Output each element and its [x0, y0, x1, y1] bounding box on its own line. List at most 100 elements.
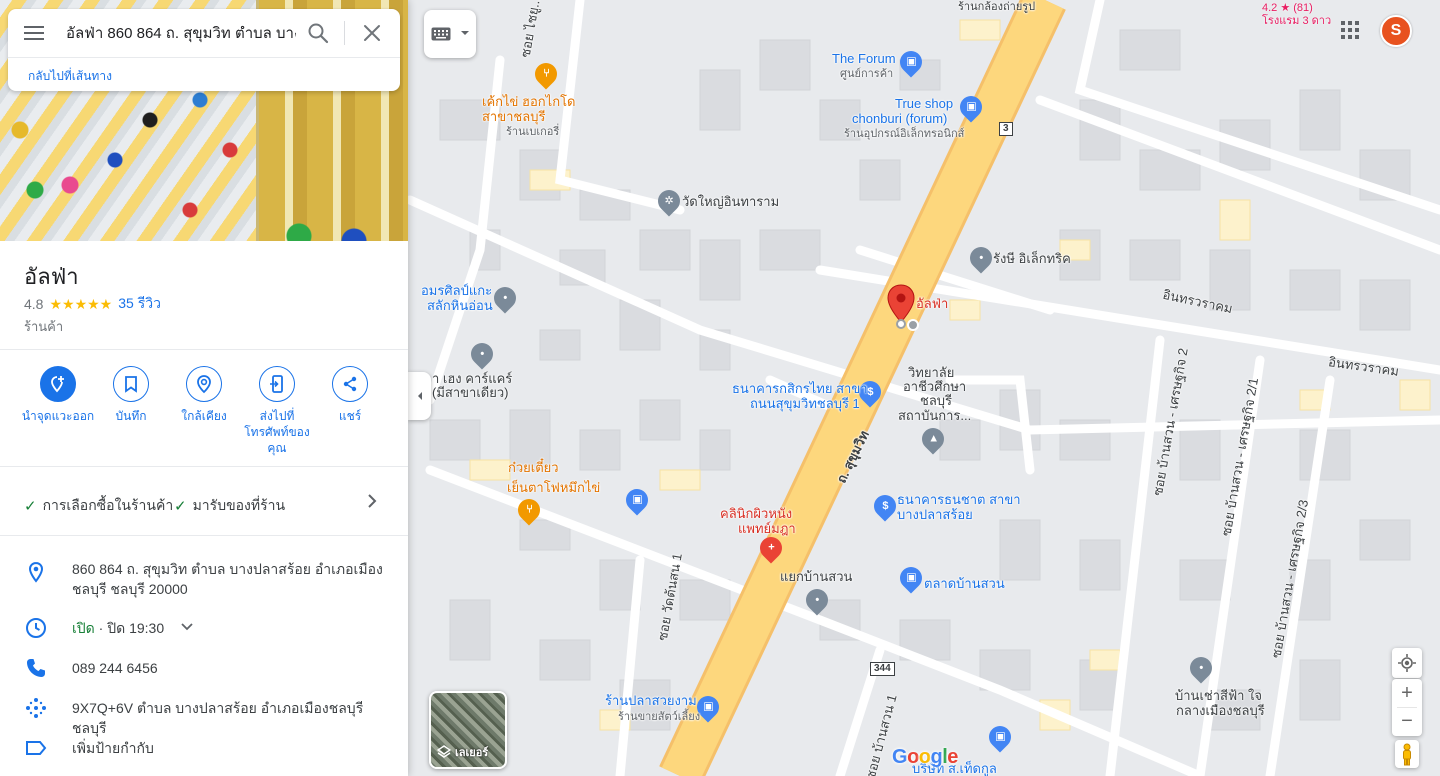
- maps-app: ▣ ▣ ⑂ ✲ • • • $ ▲ $ ▣ ⑂ + ▣ • ▣ • ▣ ร้าน…: [0, 0, 1440, 776]
- map-label[interactable]: แยกบ้านสวน: [780, 570, 852, 584]
- reviews-link[interactable]: 35 รีวิว: [118, 293, 161, 315]
- map-label[interactable]: คลินิกผิวหนัง: [720, 507, 792, 521]
- phone-text: 089 244 6456: [72, 660, 158, 676]
- map-label[interactable]: ธนาคารธนชาต สาขา: [897, 493, 1021, 507]
- map-label[interactable]: บ้านเช่าสีฟ้า ใจ: [1175, 689, 1262, 703]
- rating-value: 4.8: [24, 296, 44, 312]
- pluscode-text: 9X7Q+6V ตำบล บางปลาสร้อย อำเภอเมืองชลบุร…: [72, 700, 364, 736]
- map-label[interactable]: ชลบุรี: [920, 394, 952, 408]
- rating-stars: ★★★★★: [49, 295, 113, 312]
- check-icon: ✓: [174, 498, 187, 515]
- remove-stop-button[interactable]: นำจุดแวะออก: [18, 366, 98, 424]
- map-label[interactable]: อมรศิลป์แกะ: [421, 284, 492, 298]
- divider: [0, 535, 408, 536]
- zoom-in-button[interactable]: +: [1392, 679, 1422, 707]
- map-label[interactable]: True shop: [895, 97, 953, 111]
- pickup-chip: ✓ มารับของที่ร้าน: [174, 497, 286, 515]
- service-options[interactable]: ✓ การเลือกซื้อในร้านค้า · ✓ มารับของที่ร…: [0, 467, 408, 535]
- map-label[interactable]: อาชีวศึกษา: [903, 380, 966, 394]
- pluscode-row[interactable]: 9X7Q+6V ตำบล บางปลาสร้อย อำเภอเมืองชลบุร…: [0, 696, 408, 736]
- input-tools-button[interactable]: [424, 10, 476, 58]
- action-label: บันทึก: [115, 409, 147, 423]
- search-divider: [8, 57, 400, 58]
- map-label: ร้านเบเกอรี่: [506, 126, 560, 138]
- map-label[interactable]: ตลาดบ้านสวน: [924, 577, 1005, 591]
- send-to-phone-button[interactable]: ส่งไปที่ โทรศัพท์ของ คุณ: [237, 366, 317, 456]
- close-icon[interactable]: [360, 21, 384, 45]
- close-time: · ปิด 19:30: [94, 620, 165, 636]
- label-icon: [26, 741, 47, 755]
- nearby-button[interactable]: ใกล้เคียง: [164, 366, 244, 424]
- map-label[interactable]: สาขาชลบุรี: [482, 110, 545, 124]
- google-apps-icon[interactable]: [1340, 20, 1360, 40]
- my-location-icon: [1398, 654, 1416, 672]
- save-button[interactable]: บันทึก: [91, 366, 171, 424]
- chevron-right-icon[interactable]: [362, 491, 382, 511]
- layers-label: เลเยอร์: [455, 747, 489, 759]
- address-text: 860 864 ถ. สุขุมวิท ตำบล บางปลาสร้อย อำเ…: [72, 561, 383, 597]
- hotel-rating[interactable]: 4.2 ★ (81) โรงแรม 3 ดาว: [1262, 2, 1331, 28]
- instore-shopping-chip: ✓ การเลือกซื้อในร้านค้า ·: [24, 497, 182, 515]
- chevron-left-icon: [417, 392, 422, 400]
- hours-row[interactable]: เปิด · ปิด 19:30: [0, 616, 408, 640]
- map-label[interactable]: ร้านปลาสวยงาม: [605, 694, 697, 708]
- add-label-row[interactable]: เพิ่มป้ายกำกับ: [0, 736, 408, 760]
- back-to-directions-link[interactable]: กลับไปที่เส้นทาง: [28, 67, 112, 86]
- hours-text: เปิด · ปิด 19:30: [72, 618, 192, 638]
- map-label[interactable]: วัดใหญ่อินทาราม: [682, 195, 779, 209]
- layers-button[interactable]: เลเยอร์: [429, 691, 507, 769]
- clock-icon: [26, 618, 46, 638]
- search-input[interactable]: [66, 21, 296, 45]
- phone-row[interactable]: 089 244 6456: [0, 656, 408, 680]
- search-separator: [344, 21, 345, 45]
- map-label[interactable]: chonburi (forum): [852, 112, 947, 126]
- selected-place-label[interactable]: อัลฟ่า: [916, 297, 948, 311]
- map-label[interactable]: แพทย์มฎา: [738, 522, 796, 536]
- action-label: ส่งไปที่ โทรศัพท์ของ คุณ: [244, 409, 310, 455]
- share-icon: [343, 376, 357, 392]
- map-label: ร้านขายสัตว์เลี้ยง: [618, 711, 701, 723]
- map-label[interactable]: า เฮง คาร์แคร์: [432, 372, 512, 386]
- zoom-out-button[interactable]: −: [1392, 708, 1422, 736]
- map-label: ศูนย์การค้า: [840, 68, 894, 80]
- map-label[interactable]: ธนาคารกสิกรไทย สาขา: [732, 382, 868, 396]
- map-label[interactable]: สลักหินอ่อน: [427, 299, 493, 313]
- google-logo: Google: [892, 746, 958, 768]
- keyboard-icon: [431, 27, 451, 41]
- location-pin-icon: [28, 561, 44, 583]
- action-label: ใกล้เคียง: [181, 409, 227, 423]
- search-icon[interactable]: [306, 21, 330, 45]
- map-label: ร้านอุปกรณ์อิเล็กทรอนิกส์: [844, 128, 965, 140]
- map-label[interactable]: วิทยาลัย: [908, 366, 954, 380]
- map-label[interactable]: บางปลาสร้อย: [897, 508, 973, 522]
- share-button[interactable]: แชร์: [310, 366, 390, 424]
- map-label[interactable]: เย็นตาโฟหมึกไข่: [507, 481, 600, 495]
- place-category[interactable]: ร้านค้า: [24, 316, 63, 337]
- map-label[interactable]: เค้กไข่ ฮอกไกโด: [482, 95, 576, 109]
- my-location-button[interactable]: [1392, 648, 1422, 678]
- menu-icon[interactable]: [22, 23, 46, 43]
- place-title: อัลฟ่า: [24, 264, 79, 289]
- bookmark-icon: [125, 376, 137, 393]
- map-label[interactable]: ถนนสุขุมวิทชลบุรี 1: [750, 397, 860, 411]
- address-row[interactable]: 860 864 ถ. สุขุมวิท ตำบล บางปลาสร้อย อำเ…: [0, 556, 408, 604]
- check-icon: ✓: [24, 498, 37, 515]
- rating-row: 4.8 ★★★★★ 35 รีวิว: [24, 293, 161, 315]
- action-label: นำจุดแวะออก: [21, 409, 95, 423]
- map-label[interactable]: รังษี อิเล็กทริค: [993, 252, 1071, 266]
- nearby-icon: [197, 375, 211, 394]
- street-view-pegman[interactable]: [1395, 740, 1419, 768]
- map-label[interactable]: ก๋วยเตี๋ยว: [508, 461, 559, 475]
- chevron-down-icon[interactable]: [180, 622, 194, 632]
- map-label[interactable]: กลางเมืองชลบุรี: [1176, 704, 1265, 718]
- plus-code-icon: [26, 698, 46, 718]
- collapse-panel-button[interactable]: [408, 372, 431, 420]
- map-label: ร้านกล้องถ่ายรูป: [958, 1, 1036, 13]
- map-label[interactable]: สถาบันการ...: [898, 409, 971, 423]
- dropdown-arrow-icon: [461, 31, 469, 35]
- map-label[interactable]: (มีสาขาเดียว): [432, 386, 508, 400]
- action-buttons: นำจุดแวะออก บันทึก ใกล้เคียง ส่งไปที่ โท…: [0, 350, 408, 466]
- map-label[interactable]: The Forum: [832, 52, 896, 66]
- account-avatar[interactable]: S: [1380, 15, 1412, 47]
- place-header: อัลฟ่า 4.8 ★★★★★ 35 รีวิว ร้านค้า: [0, 241, 408, 349]
